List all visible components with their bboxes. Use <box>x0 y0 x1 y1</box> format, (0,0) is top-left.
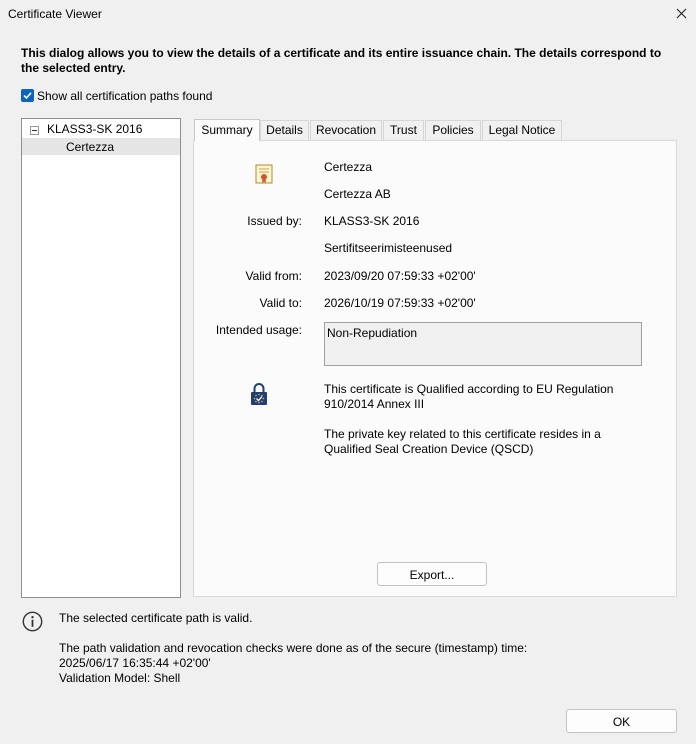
show-all-paths-label[interactable]: Show all certification paths found <box>37 89 212 103</box>
tab-details[interactable]: Details <box>260 120 309 140</box>
tab-revocation[interactable]: Revocation <box>310 120 382 140</box>
intended-usage-box: Non-Repudiation <box>324 322 642 366</box>
ok-button[interactable]: OK <box>566 709 677 733</box>
subject-name: Certezza <box>324 160 373 174</box>
title-bar: Certificate Viewer <box>0 0 696 28</box>
issued-by-label: Issued by: <box>247 214 302 228</box>
tab-trust[interactable]: Trust <box>383 120 424 140</box>
status-timestamp: 2025/06/17 16:35:44 +02'00' <box>59 656 211 670</box>
close-icon <box>676 8 687 19</box>
tab-summary[interactable]: Summary <box>194 119 260 141</box>
subject-org: Certezza AB <box>324 187 391 201</box>
tree-root-label[interactable]: KLASS3-SK 2016 <box>47 122 142 136</box>
status-validation-model: Validation Model: Shell <box>59 671 181 685</box>
tree-item-selected[interactable]: Certezza <box>22 138 180 155</box>
certificate-icon <box>255 164 273 184</box>
issuer-org: Sertifitseerimisteenused <box>324 241 453 255</box>
window-title: Certificate Viewer <box>8 7 102 21</box>
tree-item-root[interactable]: KLASS3-SK 2016 <box>22 121 180 138</box>
issuer-name: KLASS3-SK 2016 <box>324 214 420 228</box>
intro-text: This dialog allows you to view the detai… <box>21 46 662 75</box>
checkmark-icon <box>23 92 32 100</box>
tab-legal-notice[interactable]: Legal Notice <box>482 120 562 140</box>
eu-qualified-text: This certificate is Qualified according … <box>324 382 614 411</box>
valid-from-value: 2023/09/20 07:59:33 +02'00' <box>324 269 476 283</box>
info-icon <box>22 611 43 632</box>
summary-panel: Certezza Certezza AB Issued by: KLASS3-S… <box>193 140 677 597</box>
show-all-paths-checkbox[interactable] <box>21 89 34 102</box>
status-validation-time-text: The path validation and revocation check… <box>59 641 528 655</box>
qscd-text: The private key related to this certific… <box>324 427 601 456</box>
valid-to-label: Valid to: <box>259 296 302 310</box>
tab-policies[interactable]: Policies <box>425 120 481 140</box>
status-valid-text: The selected certificate path is valid. <box>59 611 253 625</box>
valid-from-label: Valid from: <box>245 269 302 283</box>
eu-qualified-lock-icon <box>251 383 267 405</box>
certificate-tree[interactable]: KLASS3-SK 2016 Certezza <box>21 118 181 598</box>
intended-usage-label: Intended usage: <box>215 323 302 337</box>
export-button[interactable]: Export... <box>377 562 487 586</box>
valid-to-value: 2026/10/19 07:59:33 +02'00' <box>324 296 476 310</box>
collapse-icon[interactable] <box>30 126 39 135</box>
close-button[interactable] <box>668 2 694 26</box>
tree-child-label[interactable]: Certezza <box>66 140 114 154</box>
